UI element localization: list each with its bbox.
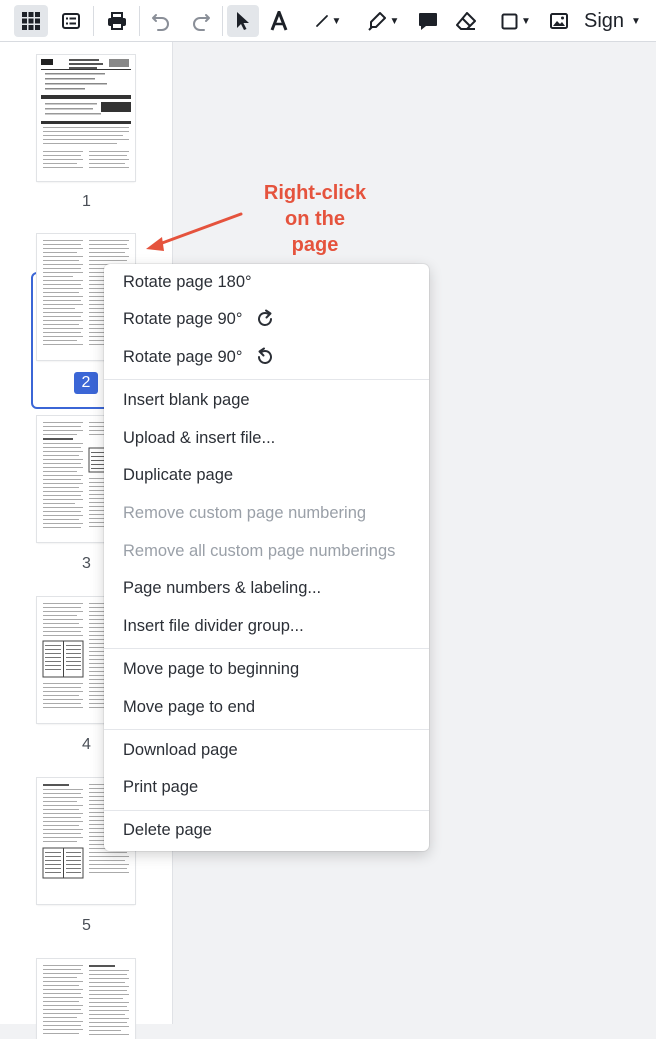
menu-item-label: Rotate page 90° bbox=[123, 347, 243, 366]
menu-item-label: Move page to beginning bbox=[123, 659, 300, 678]
thumbnail-grid-button[interactable] bbox=[14, 5, 48, 37]
menu-item-label: Remove all custom page numberings bbox=[123, 541, 396, 560]
toolbar-divider bbox=[139, 6, 140, 36]
menu-item-rotate-90-counterclockwise[interactable]: Rotate page 90° bbox=[104, 339, 429, 375]
menu-item-label: Page numbers & labeling... bbox=[123, 578, 322, 597]
menu-divider bbox=[104, 729, 429, 730]
eraser-icon bbox=[456, 12, 476, 30]
menu-item-delete-page[interactable]: Delete page bbox=[104, 812, 429, 848]
shape-tool-button[interactable]: ▼ bbox=[492, 5, 540, 37]
list-icon bbox=[62, 13, 80, 29]
printer-icon bbox=[108, 12, 126, 30]
toolbar-divider bbox=[93, 6, 94, 36]
selected-page-number-badge: 2 bbox=[74, 372, 98, 394]
annotation-callout: Right-click on the page bbox=[240, 180, 390, 258]
page-preview bbox=[43, 965, 129, 1035]
menu-divider bbox=[104, 379, 429, 380]
menu-item-remove-all-custom-numberings[interactable]: Remove all custom page numberings bbox=[104, 533, 429, 569]
menu-divider bbox=[104, 648, 429, 649]
text-icon bbox=[270, 11, 288, 31]
menu-item-page-numbers-labeling[interactable]: Page numbers & labeling... bbox=[104, 570, 429, 606]
redo-icon bbox=[193, 14, 210, 31]
menu-item-download-page[interactable]: Download page bbox=[104, 732, 429, 768]
chevron-down-icon: ▼ bbox=[631, 15, 641, 27]
rotate-counterclockwise-icon bbox=[255, 347, 275, 367]
menu-item-insert-file-divider[interactable]: Insert file divider group... bbox=[104, 608, 429, 644]
page-preview bbox=[41, 59, 131, 168]
rotate-clockwise-icon bbox=[255, 309, 275, 329]
menu-item-duplicate-page[interactable]: Duplicate page bbox=[104, 457, 429, 493]
chevron-down-icon: ▼ bbox=[521, 15, 531, 27]
sign-label: Sign bbox=[584, 9, 625, 32]
page-thumbnail-1[interactable] bbox=[37, 55, 135, 181]
print-button[interactable] bbox=[102, 5, 132, 37]
menu-item-label: Rotate page 90° bbox=[123, 309, 243, 328]
rectangle-icon bbox=[501, 13, 518, 29]
toolbar: ▼ ▼ ▼ Sign ▼ bbox=[0, 0, 656, 42]
outline-button[interactable] bbox=[56, 5, 86, 37]
line-icon bbox=[315, 15, 328, 27]
eraser-tool-button[interactable] bbox=[451, 5, 481, 37]
menu-item-label: Insert file divider group... bbox=[123, 616, 304, 635]
grid-icon bbox=[22, 12, 40, 30]
menu-item-move-to-end[interactable]: Move page to end bbox=[104, 689, 429, 725]
text-tool-button[interactable] bbox=[264, 5, 294, 37]
menu-item-rotate-180[interactable]: Rotate page 180° bbox=[104, 264, 429, 300]
menu-item-label: Rotate page 180° bbox=[123, 272, 252, 291]
chevron-down-icon: ▼ bbox=[331, 15, 342, 27]
menu-divider bbox=[104, 810, 429, 811]
image-tool-button[interactable] bbox=[545, 5, 573, 37]
redo-button[interactable] bbox=[186, 5, 216, 37]
menu-item-label: Delete page bbox=[123, 820, 212, 839]
comment-tool-button[interactable] bbox=[413, 5, 443, 37]
menu-item-remove-custom-numbering[interactable]: Remove custom page numbering bbox=[104, 495, 429, 531]
menu-item-move-to-beginning[interactable]: Move page to beginning bbox=[104, 651, 429, 687]
sign-menu-button[interactable]: Sign ▼ bbox=[584, 5, 650, 37]
highlighter-tool-button[interactable]: ▼ bbox=[360, 5, 406, 37]
annotation-line: Right-click bbox=[263, 182, 367, 204]
comment-icon bbox=[419, 12, 437, 30]
toolbar-divider bbox=[222, 6, 223, 36]
annotation-arrow-icon bbox=[146, 212, 243, 251]
image-icon bbox=[550, 13, 568, 29]
select-tool-button[interactable] bbox=[227, 5, 259, 37]
undo-button[interactable] bbox=[146, 5, 176, 37]
page-number-label: 5 bbox=[82, 917, 91, 934]
page-thumbnail-6[interactable] bbox=[37, 959, 135, 1039]
highlighter-icon bbox=[367, 12, 386, 31]
annotation-line: page bbox=[291, 234, 339, 256]
menu-item-rotate-90-clockwise[interactable]: Rotate page 90° bbox=[104, 301, 429, 337]
menu-item-label: Print page bbox=[123, 777, 199, 796]
menu-item-label: Remove custom page numbering bbox=[123, 503, 367, 522]
menu-item-insert-blank-page[interactable]: Insert blank page bbox=[104, 382, 429, 418]
menu-item-label: Download page bbox=[123, 740, 238, 759]
menu-item-label: Upload & insert file... bbox=[123, 428, 276, 447]
menu-item-label: Move page to end bbox=[123, 697, 256, 716]
cursor-arrow-icon bbox=[237, 12, 249, 30]
undo-icon bbox=[152, 14, 169, 31]
annotation-line: on the bbox=[285, 208, 345, 230]
page-context-menu: Rotate page 180° Rotate page 90° Rotate … bbox=[104, 264, 429, 851]
menu-item-print-page[interactable]: Print page bbox=[104, 769, 429, 805]
menu-item-label: Insert blank page bbox=[123, 390, 250, 409]
menu-item-label: Duplicate page bbox=[123, 465, 234, 484]
line-tool-button[interactable]: ▼ bbox=[303, 5, 353, 37]
chevron-down-icon: ▼ bbox=[389, 15, 400, 27]
menu-item-upload-insert-file[interactable]: Upload & insert file... bbox=[104, 420, 429, 456]
